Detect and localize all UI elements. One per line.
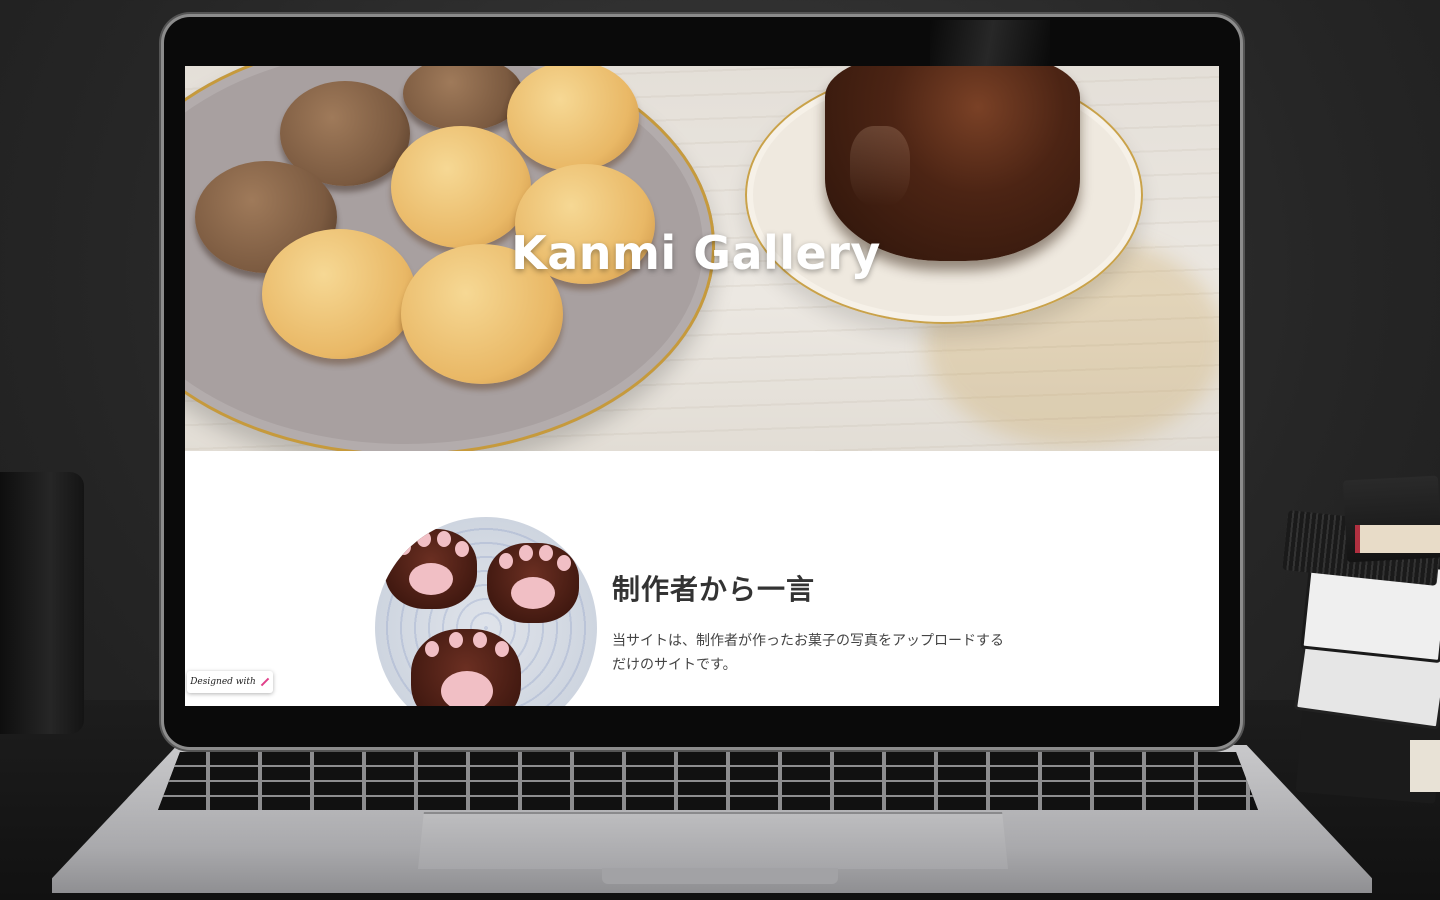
about-section: 制作者から一言 当サイトは、制作者が作ったお菓子の写真をアップロードするだけのサ…	[185, 451, 1219, 706]
paw-toe	[473, 632, 487, 648]
paw-toe	[539, 545, 553, 561]
about-description: 当サイトは、制作者が作ったお菓子の写真をアップロードするだけのサイトです。	[612, 633, 1004, 673]
designed-with-badge[interactable]: Designed with	[187, 671, 273, 693]
screen-glare	[930, 20, 1050, 66]
paw-toe	[455, 541, 469, 557]
pencil-icon	[260, 677, 270, 687]
paw-toe	[519, 545, 533, 561]
paw-toe	[557, 555, 571, 571]
cake-highlight	[850, 126, 910, 206]
paw-chocolate	[385, 529, 477, 609]
paw-pad	[511, 577, 555, 609]
laptop-opening-notch	[602, 868, 838, 884]
paw-pad	[441, 671, 493, 706]
site-title: Kanmi Gallery	[511, 226, 881, 280]
coffee-mug	[0, 472, 84, 734]
paw-toe	[437, 531, 451, 547]
paw-pad	[409, 563, 453, 595]
paw-toe	[397, 539, 411, 555]
hero-banner: Kanmi Gallery	[185, 66, 1219, 451]
website-viewport: Kanmi Gallery 制作者から一言 当サイトは、制作者が作ったお菓子の写…	[185, 66, 1219, 706]
laptop-keyboard	[158, 752, 1258, 810]
creator-avatar-photo	[375, 517, 597, 706]
about-heading: 制作者から一言	[612, 573, 816, 606]
book-pages	[1410, 740, 1440, 792]
paw-chocolate	[411, 629, 521, 706]
paw-toe	[495, 641, 509, 657]
paw-toe	[425, 641, 439, 657]
paw-toe	[417, 531, 431, 547]
badge-label: Designed with	[190, 677, 256, 687]
laptop-trackpad	[418, 812, 1008, 869]
paw-toe	[449, 632, 463, 648]
cookie-butter	[507, 66, 639, 171]
book-pages	[1355, 525, 1440, 553]
paw-toe	[499, 553, 513, 569]
paw-chocolate	[487, 543, 579, 623]
